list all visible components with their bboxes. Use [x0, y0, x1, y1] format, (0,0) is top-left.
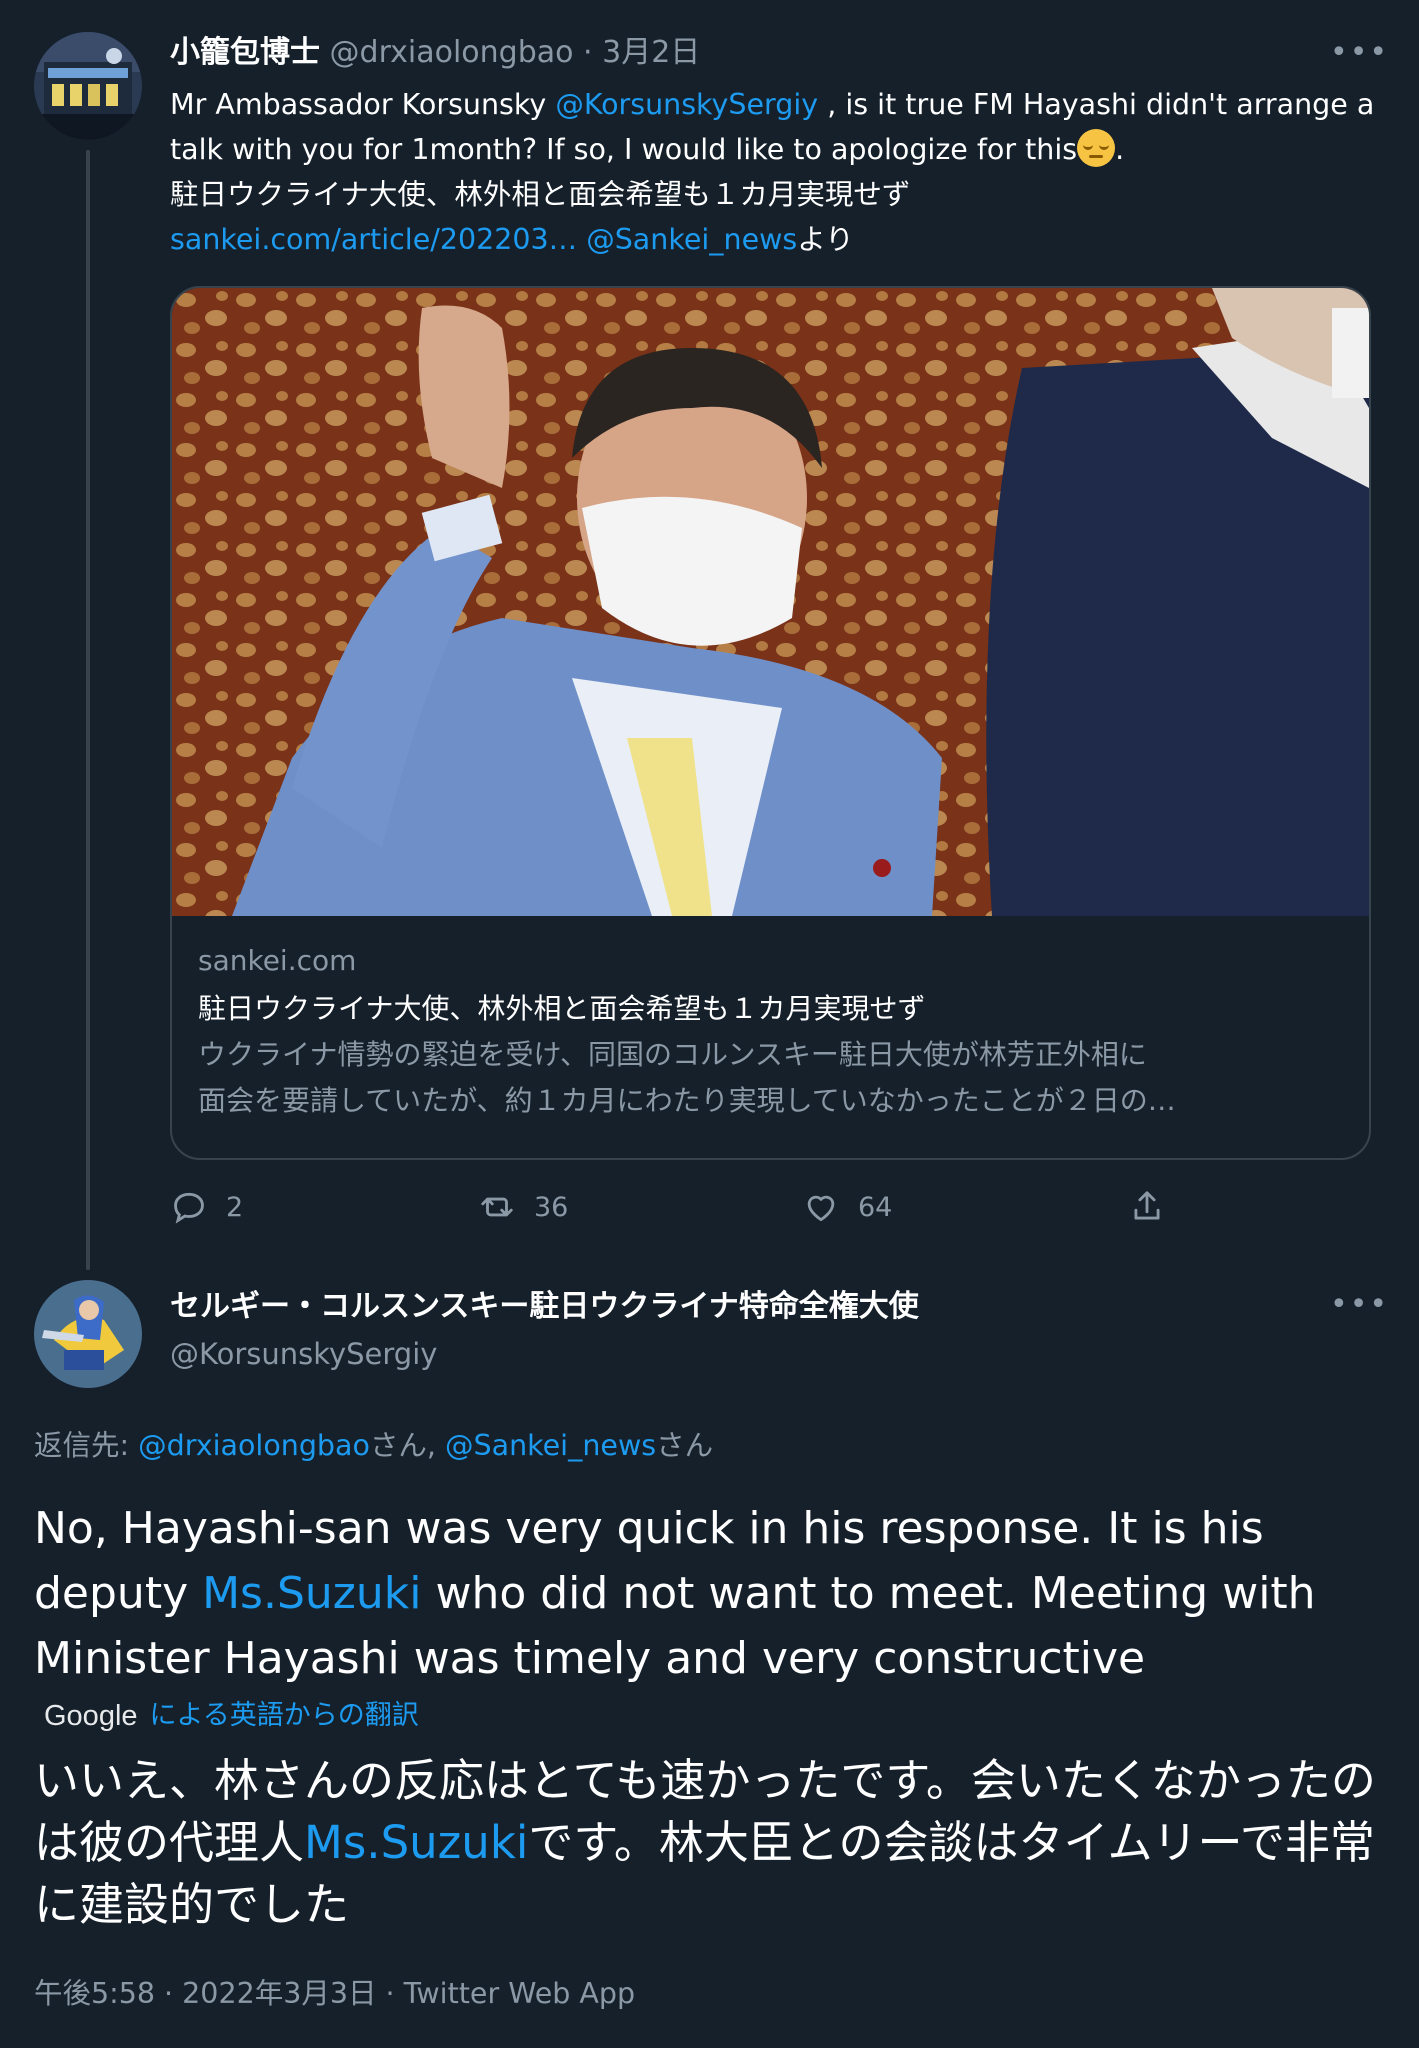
card-description: ウクライナ情勢の緊迫を受け、同国のコルンスキー駐日大使が林芳正外相に 面会を要請…: [198, 1032, 1348, 1124]
heart-icon: [807, 1195, 835, 1222]
tweet1-date[interactable]: 3月2日: [602, 35, 700, 70]
pensive-face-emoji-icon: [1077, 129, 1116, 167]
retweet-icon: [481, 1197, 513, 1217]
card-image[interactable]: [172, 288, 1369, 916]
reply-mention-sankei[interactable]: @Sankei_news: [445, 1429, 656, 1462]
link-preview-card[interactable]: sankei.com 駐日ウクライナ大使、林外相と面会希望も１カ月実現せず ウク…: [170, 286, 1371, 1160]
retweet-count: 36: [534, 1191, 569, 1223]
tweet1-link-space: [577, 223, 586, 256]
card-description-line1: ウクライナ情勢の緊迫を受け、同国のコルンスキー駐日大使が林芳正外相に: [198, 1038, 1147, 1071]
share-icon: [1134, 1191, 1160, 1220]
replying-to: 返信先: @drxiaolongbaoさん, @Sankei_newsさん: [34, 1424, 713, 1468]
translated-suzuki-link[interactable]: Ms.Suzuki: [304, 1816, 528, 1869]
avatar-drxiaolongbao[interactable]: [34, 32, 142, 140]
tweet1-text-part3: .: [1115, 133, 1125, 166]
avatar-korsunskysergiy[interactable]: [34, 1280, 142, 1388]
tweet1-more-options-icon[interactable]: •••: [1330, 38, 1389, 68]
share-button[interactable]: [1128, 1185, 1166, 1229]
tweet2-translated-text: いいえ、林さんの反応はとても速かったです。会いたくなかったのは彼の代理人Ms.S…: [34, 1750, 1394, 1936]
tweet2-text: No, Hayashi-san was very quick in his re…: [34, 1496, 1394, 1691]
tweet1-text-line3: 駐日ウクライナ大使、林外相と面会希望も１カ月実現せず: [170, 178, 911, 211]
tweet1-mention-link[interactable]: @KorsunskySergiy: [555, 88, 818, 121]
tweet1-text-part1: Mr Ambassador Korsunsky: [170, 88, 556, 121]
thread-connector-line: [86, 150, 90, 1270]
tweet1-link-suffix: より: [797, 223, 854, 256]
replying-to-label: 返信先:: [34, 1429, 139, 1462]
tweet2-timestamp-source[interactable]: 午後5:58 · 2022年3月3日 · Twitter Web App: [34, 1972, 635, 2016]
like-count: 64: [858, 1191, 893, 1223]
tweet2-handle[interactable]: @KorsunskySergiy: [170, 1332, 437, 1376]
tweet2-suzuki-link[interactable]: Ms.Suzuki: [202, 1568, 421, 1619]
tweet1-handle[interactable]: @drxiaolongbao: [330, 35, 574, 70]
translated-by-label[interactable]: による英語からの翻訳: [150, 1694, 419, 1738]
reply-button[interactable]: 2: [170, 1185, 243, 1229]
tweet1-text: Mr Ambassador Korsunsky @KorsunskySergiy…: [170, 82, 1380, 262]
tweet2-more-options-icon[interactable]: •••: [1330, 1290, 1389, 1320]
reply-count: 2: [226, 1191, 244, 1223]
tweet1-separator: ·: [583, 35, 593, 70]
tweet1-article-link[interactable]: sankei.com/article/202203…: [170, 223, 577, 256]
card-body: sankei.com 駐日ウクライナ大使、林外相と面会希望も１カ月実現せず ウク…: [198, 940, 1348, 1124]
card-domain: sankei.com: [198, 944, 357, 977]
reply-mention-drxiaolongbao[interactable]: @drxiaolongbao: [138, 1429, 370, 1462]
google-logo: Google: [44, 1700, 138, 1732]
reply-san-1: さん,: [369, 1429, 446, 1462]
tweet1-header: 小籠包博士 @drxiaolongbao · 3月2日: [170, 30, 700, 76]
card-title: 駐日ウクライナ大使、林外相と面会希望も１カ月実現せず: [198, 992, 926, 1025]
reply-icon: [174, 1192, 204, 1224]
reply-san-2: さん: [656, 1429, 714, 1462]
tweet1-sankei-mention-link[interactable]: @Sankei_news: [586, 223, 797, 256]
card-description-line2: 面会を要請していたが、約１カ月にわたり実現していなかったことが２日の…: [198, 1084, 1176, 1117]
like-button[interactable]: 64: [802, 1185, 892, 1229]
tweet2-display-name[interactable]: セルギー・コルスンスキー駐日ウクライナ特命全権大使: [170, 1284, 919, 1330]
translation-attribution[interactable]: Google による英語からの翻訳: [44, 1694, 419, 1738]
retweet-button[interactable]: 36: [478, 1185, 568, 1229]
tweet1-display-name[interactable]: 小籠包博士: [170, 35, 320, 70]
